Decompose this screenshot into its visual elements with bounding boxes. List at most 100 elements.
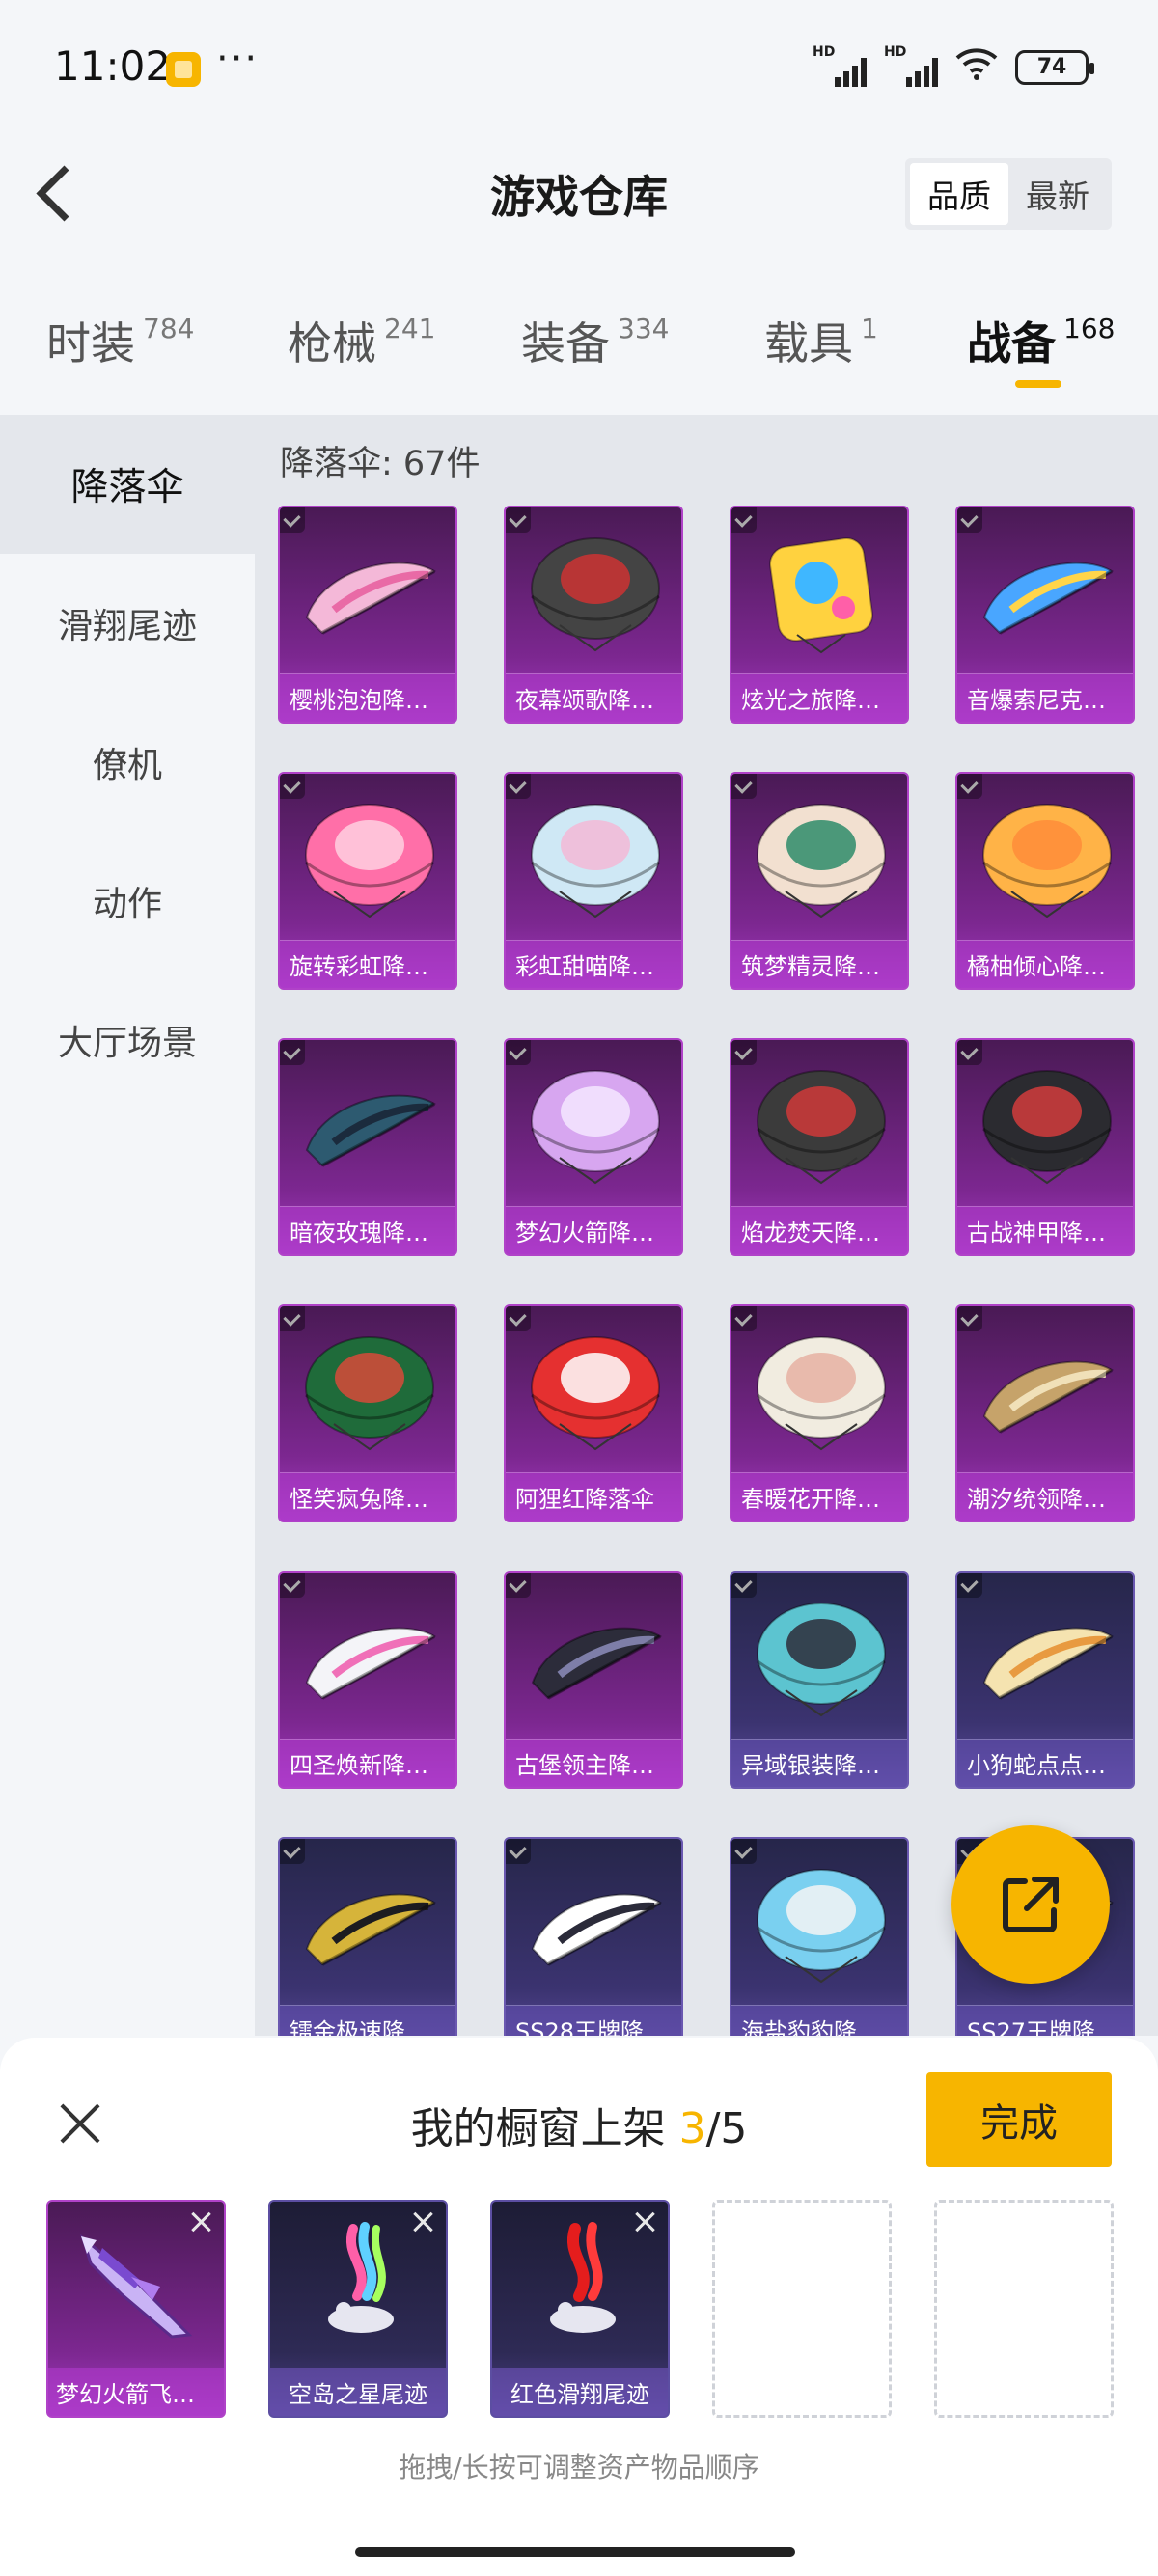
item-card[interactable]: 异域银装降… — [730, 1571, 909, 1789]
item-card[interactable]: 怪笑疯兔降… — [278, 1304, 457, 1522]
more-notifications-icon: ··· — [216, 37, 260, 81]
sidebar-item-parachute[interactable]: 降落伞 — [0, 415, 255, 554]
reorder-hint: 拖拽/长按可调整资产物品顺序 — [399, 2452, 759, 2483]
item-name: 四圣焕新降… — [280, 1739, 455, 1787]
sidebar-item-glide-trail[interactable]: 滑翔尾迹 — [0, 554, 255, 693]
empty-slot[interactable] — [934, 2200, 1114, 2418]
item-name: 樱桃泡泡降… — [280, 673, 455, 722]
sort-toggle: 品质 最新 — [905, 158, 1112, 230]
parachute-art — [757, 804, 886, 918]
item-name: 小狗蛇点点… — [957, 1739, 1133, 1787]
item-card[interactable]: 音爆索尼克… — [955, 506, 1135, 724]
item-card[interactable]: 暗夜玫瑰降… — [278, 1038, 457, 1256]
item-card[interactable]: 镭金极速降… — [278, 1837, 457, 2036]
remove-slot-icon[interactable] — [409, 2207, 438, 2236]
item-card[interactable]: 春暖花开降… — [730, 1304, 909, 1522]
parachute-art — [982, 1070, 1112, 1185]
item-name: 异域银装降… — [731, 1739, 907, 1787]
parachute-art — [531, 1070, 660, 1185]
tab-outfits[interactable]: 时装 784 — [46, 309, 194, 372]
done-button[interactable]: 完成 — [926, 2072, 1112, 2167]
trail-art — [550, 2222, 616, 2333]
share-icon — [1003, 1877, 1059, 1932]
item-name: 炫光之旅降… — [731, 673, 907, 722]
item-card[interactable]: 梦幻火箭降… — [504, 1038, 683, 1256]
status-time: 11:02 — [54, 42, 172, 90]
sidebar-item-lobby-scene[interactable]: 大厅场景 — [0, 971, 255, 1110]
sort-quality-button[interactable]: 品质 — [910, 163, 1008, 225]
item-card[interactable]: 筑梦精灵降… — [730, 772, 909, 990]
parachute-art — [982, 562, 1114, 635]
remove-slot-icon[interactable] — [631, 2207, 660, 2236]
item-card[interactable]: 彩虹甜喵降… — [504, 772, 683, 990]
item-grid: 樱桃泡泡降… 夜幕颂歌降… 炫光之旅降… 音爆索尼克… 旋转彩虹降… 彩虹甜喵降… 筑梦精灵… — [278, 506, 1135, 2036]
item-card[interactable]: 焰龙焚天降… — [730, 1038, 909, 1256]
parachute-art — [531, 1627, 662, 1700]
item-name: 镭金极速降… — [280, 2005, 455, 2036]
signal-icon-2: HD — [884, 44, 938, 87]
parachute-art — [982, 804, 1112, 918]
item-card[interactable]: 海盐豹豹降… — [730, 1837, 909, 2036]
item-card[interactable]: 旋转彩虹降… — [278, 772, 457, 990]
sidebar: 降落伞 滑翔尾迹 僚机 动作 大厅场景 — [0, 415, 255, 2036]
parachute-art — [768, 536, 874, 654]
item-card[interactable]: 阿狸红降落伞 — [504, 1304, 683, 1522]
parachute-art — [305, 1094, 436, 1167]
item-card[interactable]: 古堡领主降… — [504, 1571, 683, 1789]
sort-newest-button[interactable]: 最新 — [1008, 163, 1107, 225]
parachute-art — [305, 804, 434, 918]
item-card[interactable]: 橘柚倾心降… — [955, 772, 1135, 990]
signal-icon: HD — [813, 44, 867, 87]
parachute-art — [305, 562, 436, 635]
item-name: 古战神甲降… — [957, 1206, 1133, 1254]
item-name: SS27王牌降… — [957, 2005, 1133, 2036]
item-name: 古堡领主降… — [506, 1739, 681, 1787]
item-name: 旋转彩虹降… — [280, 940, 455, 988]
parachute-art — [757, 1869, 886, 1984]
parachute-art — [305, 1627, 436, 1700]
item-card[interactable]: 四圣焕新降… — [278, 1571, 457, 1789]
sidebar-item-emote[interactable]: 动作 — [0, 832, 255, 971]
tab-vehicles[interactable]: 载具 1 — [764, 309, 878, 372]
item-card[interactable]: 小狗蛇点点… — [955, 1571, 1135, 1789]
parachute-art — [531, 1336, 660, 1451]
parachute-art — [757, 1603, 886, 1717]
item-card[interactable]: SS28王牌降… — [504, 1837, 683, 2036]
showcase-slots: 梦幻火箭飞… 空岛之星尾迹 红色滑翔尾迹 — [46, 2200, 1114, 2418]
item-grid-area: 降落伞: 67件 樱桃泡泡降… 夜幕颂歌降… 炫光之旅降… 音爆索尼克… 旋转彩虹降… 彩… — [255, 415, 1158, 2036]
item-name: 焰龙焚天降… — [731, 1206, 907, 1254]
tab-equipment[interactable]: 装备 334 — [521, 309, 669, 372]
parachute-art — [757, 1336, 886, 1451]
item-name: 筑梦精灵降… — [731, 940, 907, 988]
item-name: 彩虹甜喵降… — [506, 940, 681, 988]
wifi-icon — [955, 46, 998, 88]
showcase-slot[interactable]: 空岛之星尾迹 — [268, 2200, 448, 2418]
item-card[interactable]: 炫光之旅降… — [730, 506, 909, 724]
item-name: 怪笑疯兔降… — [280, 1472, 455, 1521]
tab-guns[interactable]: 枪械 241 — [288, 309, 435, 372]
battery-icon: 74 — [1015, 49, 1094, 85]
tab-battle-gear[interactable]: 战备 168 — [967, 309, 1115, 372]
share-button[interactable] — [951, 1825, 1110, 1984]
active-tab-indicator — [1015, 380, 1062, 388]
showcase-panel: 我的橱窗上架 3/5 完成 梦幻火箭飞… 空岛之星尾迹 红色滑翔尾迹 拖拽/长按… — [0, 2038, 1158, 2576]
status-bar: 11:02 ··· HD HD 74 — [0, 0, 1158, 135]
parachute-art — [305, 1336, 434, 1451]
showcase-slot[interactable]: 梦幻火箭飞… — [46, 2200, 226, 2418]
item-card[interactable]: 夜幕颂歌降… — [504, 506, 683, 724]
item-card[interactable]: 潮汐统领降… — [955, 1304, 1135, 1522]
showcase-slot[interactable]: 红色滑翔尾迹 — [490, 2200, 670, 2418]
remove-slot-icon[interactable] — [187, 2207, 216, 2236]
parachute-art — [982, 1360, 1114, 1434]
parachute-art — [305, 1893, 436, 1966]
item-card[interactable]: 樱桃泡泡降… — [278, 506, 457, 724]
item-card[interactable]: 古战神甲降… — [955, 1038, 1135, 1256]
item-name: 夜幕颂歌降… — [506, 673, 681, 722]
item-name: 暗夜玫瑰降… — [280, 1206, 455, 1254]
sidebar-item-wingman[interactable]: 僚机 — [0, 693, 255, 832]
wingman-art — [80, 2233, 193, 2339]
item-name: 橘柚倾心降… — [957, 940, 1133, 988]
item-name: 春暖花开降… — [731, 1472, 907, 1521]
empty-slot[interactable] — [712, 2200, 892, 2418]
category-tabs: 时装 784 枪械 241 装备 334 载具 1 战备 168 — [0, 289, 1158, 405]
